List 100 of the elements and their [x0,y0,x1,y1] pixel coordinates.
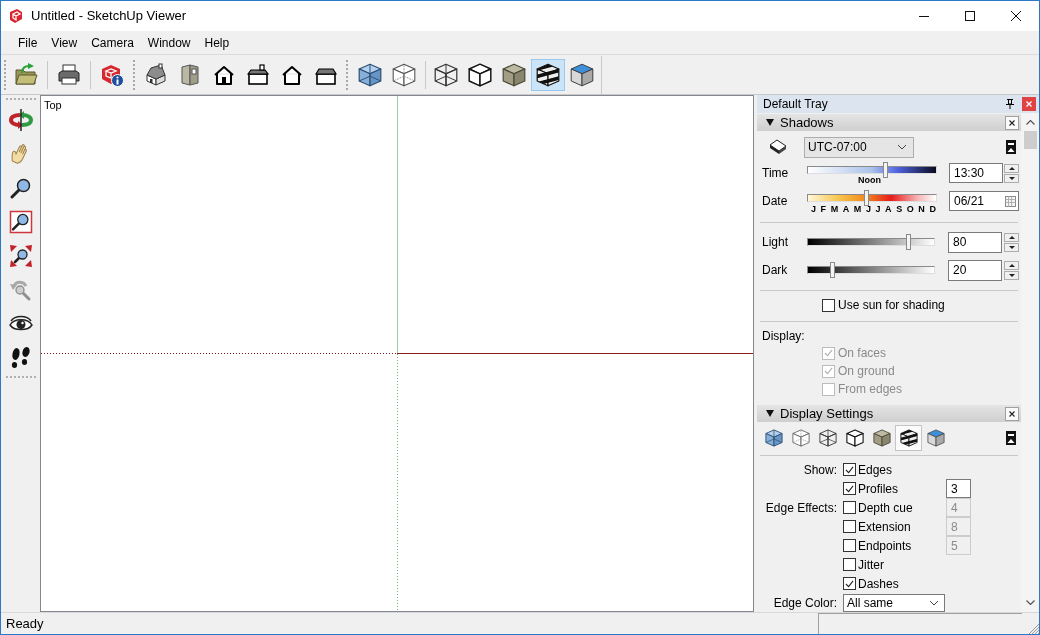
chevron-down-icon [897,144,907,150]
checkbox[interactable] [843,501,856,514]
date-input[interactable]: 06/21 [949,191,1019,211]
checkbox-label: Dashes [858,575,900,593]
open-folder-icon [14,62,38,87]
close-icon [1011,11,1021,21]
display-label: Display: [762,328,805,344]
calendar-icon[interactable] [1005,195,1016,207]
house-chimney-icon [246,62,270,87]
down-triangle-icon [1008,176,1015,180]
window-title: Untitled - SketchUp Viewer [31,7,187,26]
xray-cube-icon [358,62,382,87]
down-triangle-icon [1008,273,1015,277]
noon-label: Noon [858,175,881,185]
collapse-triangle-icon[interactable] [766,410,774,417]
up-triangle-icon [1008,263,1015,267]
wireframe-cube-icon [434,62,458,87]
tray-title: Default Tray [763,96,828,113]
menu-item[interactable]: File [11,31,45,54]
checkbox-label: On ground [838,363,895,380]
details-toggle-icon[interactable] [1006,140,1016,154]
close-icon [1026,101,1032,107]
checkmark-icon [824,367,833,375]
checkbox-label: From edges [838,381,903,398]
menu-item[interactable]: Camera [84,31,141,54]
tray-close-button[interactable] [1022,97,1036,111]
spin-up-button[interactable] [1004,260,1019,270]
xray-cube-icon [764,429,783,447]
checkmark-icon [845,465,854,474]
option-heading: Edge Color: [773,594,837,612]
date-label: Date [762,193,789,210]
panel-close-button[interactable] [1005,406,1019,421]
details-toggle-icon[interactable] [1006,431,1016,445]
dark-input[interactable]: 20 [948,259,1002,281]
menu-item[interactable]: View [44,31,85,54]
scrollbar[interactable] [1021,113,1039,612]
slider-thumb[interactable] [830,262,836,278]
close-icon [1009,410,1015,417]
slider-thumb[interactable] [883,162,889,178]
chevron-down-icon [929,599,939,606]
time-label: Time [762,165,790,182]
textured-style-button[interactable] [895,425,922,451]
scrollbar-thumb[interactable] [1023,131,1037,149]
checkbox[interactable] [843,520,856,533]
month-label: A [842,204,850,214]
spin-up-button[interactable] [1004,163,1019,173]
scroll-down-icon[interactable] [1025,600,1035,605]
magnifier-frame-icon [8,210,33,234]
two-tone-cube-icon [926,429,945,447]
panel-header[interactable]: Shadows [757,114,1021,131]
checkbox[interactable] [843,463,856,476]
spin-down-button[interactable] [1004,173,1019,183]
hidden-line-cube-icon [468,62,492,87]
menu-item[interactable]: Help [197,31,237,54]
viewport-canvas[interactable]: Top [40,95,754,612]
tall-box-icon [178,62,202,87]
spin-down-button[interactable] [1004,270,1019,280]
spin-up-button[interactable] [1004,232,1019,242]
panel-close-button[interactable] [1005,115,1019,130]
printer-icon [57,62,81,87]
checkbox-label: Use sun for shading [838,297,945,314]
edge-color-dropdown[interactable]: All same [843,593,945,612]
back-edges-cube-icon [791,429,810,447]
month-label: J [811,204,816,214]
slider-thumb[interactable] [905,234,911,250]
magnifier-icon [8,176,33,200]
hidden-line-cube-icon [845,429,864,447]
number-input[interactable]: 3 [946,479,971,498]
month-label: D [929,204,936,214]
textured-style-button[interactable] [531,58,565,91]
panel-title: Shadows [780,115,834,130]
light-label: Light [762,234,790,251]
collapse-triangle-icon[interactable] [766,119,774,126]
magnifier-arrows-icon [8,244,33,268]
shaded-cube-icon [872,429,891,447]
up-triangle-icon [1008,166,1015,170]
spin-down-button[interactable] [1004,242,1019,252]
checkbox[interactable] [822,298,835,312]
shaded-cube-icon [502,62,526,87]
month-label: A [885,204,892,214]
month-label: O [906,204,914,214]
light-input[interactable]: 80 [948,231,1002,253]
checkbox[interactable] [843,482,856,495]
menu-item[interactable]: Window [140,31,198,54]
checkbox[interactable] [843,577,856,590]
month-label: N [918,204,925,214]
curved-arrow-magnifier-icon [8,278,33,302]
checkbox[interactable] [843,539,856,552]
checkmark-icon [845,579,854,588]
time-zone-dropdown[interactable]: UTC-07:00 [804,136,914,158]
back-edges-cube-icon [392,62,416,87]
checkbox[interactable] [843,558,856,571]
slider-thumb[interactable] [863,190,869,206]
pin-icon[interactable] [1006,99,1014,109]
wireframe-cube-icon [818,429,837,447]
month-label: M [830,204,839,214]
time-input[interactable]: 13:30 [949,163,1003,183]
panel-header[interactable]: Display Settings [757,405,1021,422]
checkbox-label: Endpoints [858,537,913,555]
scroll-up-icon[interactable] [1025,120,1035,125]
